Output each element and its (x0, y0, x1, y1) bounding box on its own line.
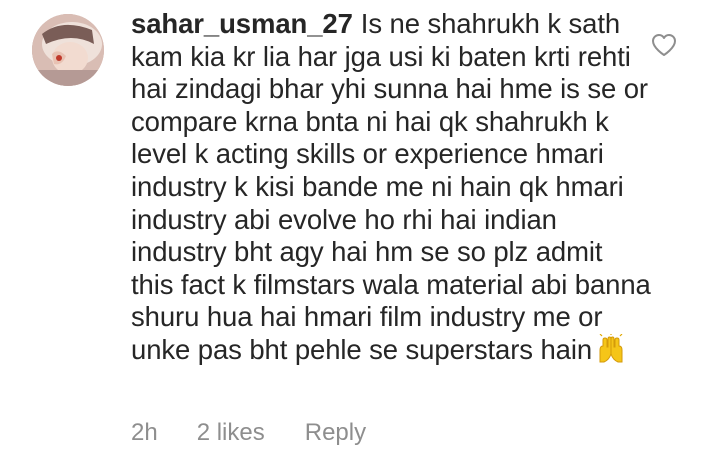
avatar-image (32, 14, 104, 86)
reply-button[interactable]: Reply (305, 418, 366, 448)
like-heart-button[interactable] (651, 33, 677, 57)
likes-count-link[interactable]: 2 likes (197, 418, 265, 448)
avatar[interactable] (32, 14, 104, 86)
comment-time: 2h (131, 419, 158, 446)
comment-item: sahar_usman_27 Is ne shahrukh k sath kam … (0, 0, 720, 461)
comment-meta: 2h 2 likes Reply (131, 418, 366, 448)
heart-icon (652, 34, 676, 56)
comment-text: Is ne shahrukh k sath kam kia kr lia har… (131, 8, 651, 365)
comment-username[interactable]: sahar_usman_27 (131, 8, 353, 39)
comment-body: sahar_usman_27 Is ne shahrukh k sath kam … (131, 8, 651, 367)
raising-hands-icon (596, 332, 626, 364)
